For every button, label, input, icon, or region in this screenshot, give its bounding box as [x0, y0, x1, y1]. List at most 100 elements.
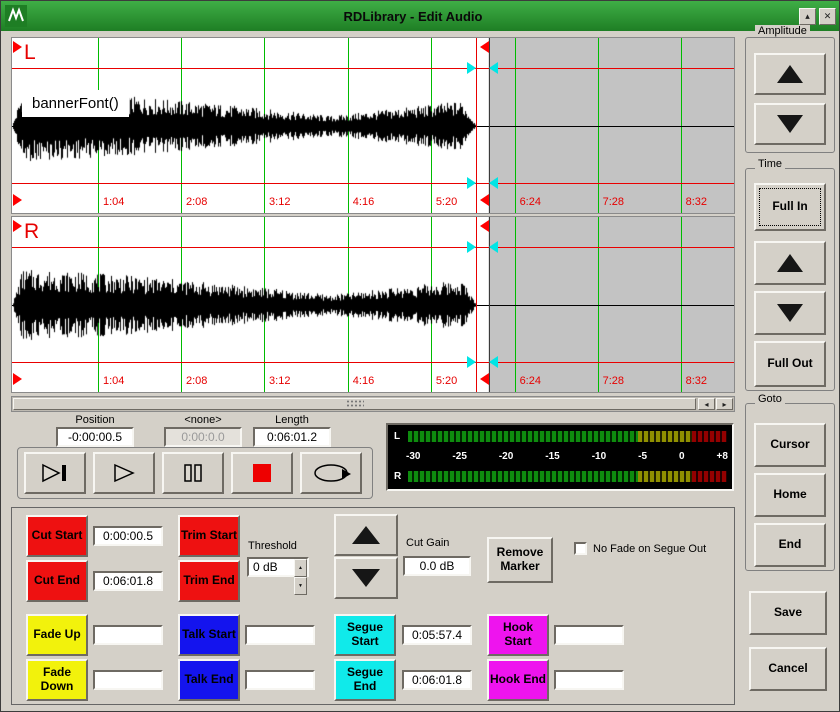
cut-end-marker[interactable]	[480, 41, 489, 53]
cut-start-marker[interactable]	[13, 373, 22, 385]
full-in-button[interactable]: Full In	[754, 183, 826, 231]
waveform-channel-left[interactable]: L bannerFont() 1:04 2:08 3:12 4:16 5:20 …	[11, 37, 735, 214]
fade-down-button[interactable]: Fade Down	[26, 659, 88, 701]
talk-start-field[interactable]	[245, 625, 315, 645]
scroll-right-icon[interactable]: ▸	[716, 398, 733, 410]
cut-end-marker[interactable]	[480, 194, 489, 206]
waveform-left[interactable]	[12, 38, 734, 214]
hook-end-field[interactable]	[554, 670, 624, 690]
pause-button[interactable]	[162, 452, 224, 494]
marker-readout-field	[164, 427, 242, 447]
cut-end-marker[interactable]	[480, 220, 489, 232]
threshold-spinbox[interactable]: 0 dB ▲ ▼	[247, 557, 309, 577]
cut-start-marker[interactable]	[13, 194, 22, 206]
cut-start-button[interactable]: Cut Start	[26, 515, 88, 557]
fade-up-button[interactable]: Fade Up	[26, 614, 88, 656]
segue-start-marker[interactable]	[467, 241, 476, 253]
fade-down-field[interactable]	[93, 670, 163, 690]
segue-end-marker[interactable]	[489, 356, 498, 368]
segue-start-marker[interactable]	[467, 62, 476, 74]
trim-start-button[interactable]: Trim Start	[178, 515, 240, 557]
cut-gain-field[interactable]	[403, 556, 471, 576]
time-label: 3:12	[269, 196, 290, 208]
talk-end-button[interactable]: Talk End	[178, 659, 240, 701]
time-label: 3:12	[269, 375, 290, 387]
position-field[interactable]	[56, 427, 134, 447]
goto-group-label: Goto	[755, 393, 785, 405]
no-fade-checkbox[interactable]	[574, 542, 587, 555]
arrow-down-icon	[350, 566, 382, 590]
meter-right-label: R	[394, 471, 401, 482]
trim-end-button[interactable]: Trim End	[178, 560, 240, 602]
meter-left-bar	[408, 431, 727, 442]
titlebar[interactable]: RDLibrary - Edit Audio ▴ ✕	[1, 1, 839, 31]
stop-button[interactable]	[231, 452, 293, 494]
cut-end-field[interactable]	[93, 571, 163, 591]
play-button[interactable]	[93, 452, 155, 494]
time-label: 4:16	[353, 375, 374, 387]
cut-start-marker[interactable]	[13, 41, 22, 53]
spin-up-icon[interactable]: ▲	[294, 559, 307, 577]
cut-end-marker[interactable]	[480, 373, 489, 385]
segue-start-button[interactable]: Segue Start	[334, 614, 396, 656]
segue-end-marker[interactable]	[489, 62, 498, 74]
meter-scale-tick: -5	[638, 451, 647, 462]
time-label: 2:08	[186, 375, 207, 387]
length-field[interactable]	[253, 427, 331, 447]
scrollbar-thumb[interactable]	[13, 398, 696, 410]
time-zoom-down-button[interactable]	[754, 291, 826, 335]
meter-scale-tick: +8	[717, 451, 728, 462]
loop-icon	[310, 462, 352, 484]
time-label: 5:20	[436, 196, 457, 208]
time-label: 6:24	[520, 196, 541, 208]
scroll-left-icon[interactable]: ◂	[698, 398, 715, 410]
full-out-button[interactable]: Full Out	[754, 341, 826, 387]
segue-end-marker[interactable]	[489, 177, 498, 189]
amplitude-group-label: Amplitude	[755, 25, 810, 37]
cancel-button[interactable]: Cancel	[749, 647, 827, 691]
segue-start-field[interactable]	[402, 625, 472, 645]
goto-cursor-button[interactable]: Cursor	[754, 423, 826, 467]
amplitude-down-button[interactable]	[754, 103, 826, 145]
gain-down-button[interactable]	[334, 557, 398, 599]
shade-icon[interactable]: ▴	[799, 8, 816, 25]
cut-end-button[interactable]: Cut End	[26, 560, 88, 602]
time-label: 4:16	[353, 196, 374, 208]
amplitude-up-button[interactable]	[754, 53, 826, 95]
goto-home-button[interactable]: Home	[754, 473, 826, 517]
spin-down-icon[interactable]: ▼	[294, 577, 307, 595]
cut-start-marker[interactable]	[13, 220, 22, 232]
time-label: 8:32	[686, 196, 707, 208]
time-zoom-up-button[interactable]	[754, 241, 826, 285]
cut-gain-label: Cut Gain	[406, 537, 449, 549]
time-label: 5:20	[436, 375, 457, 387]
position-label: Position	[56, 414, 134, 426]
save-button[interactable]: Save	[749, 591, 827, 635]
waveform-channel-right[interactable]: R 1:04 2:08 3:12 4:16 5:20 6:24 7:28 8:3…	[11, 216, 735, 393]
segue-start-marker[interactable]	[467, 177, 476, 189]
meter-scale-tick: -30	[406, 451, 420, 462]
talk-end-field[interactable]	[245, 670, 315, 690]
segue-end-field[interactable]	[402, 670, 472, 690]
gain-up-button[interactable]	[334, 514, 398, 556]
remove-marker-button[interactable]: Remove Marker	[487, 537, 553, 583]
segue-end-marker[interactable]	[489, 241, 498, 253]
hook-start-field[interactable]	[554, 625, 624, 645]
loop-button[interactable]	[300, 452, 362, 494]
hook-start-button[interactable]: Hook Start	[487, 614, 549, 656]
waveform-right[interactable]	[12, 217, 734, 393]
arrow-down-icon	[775, 302, 805, 324]
segue-start-marker[interactable]	[467, 356, 476, 368]
hook-end-button[interactable]: Hook End	[487, 659, 549, 701]
play-from-start-button[interactable]	[24, 452, 86, 494]
goto-end-button[interactable]: End	[754, 523, 826, 567]
fade-up-field[interactable]	[93, 625, 163, 645]
cut-start-field[interactable]	[93, 526, 163, 546]
segue-end-button[interactable]: Segue End	[334, 659, 396, 701]
meter-right-bar	[408, 471, 727, 482]
meter-scale-tick: -25	[452, 451, 466, 462]
talk-start-button[interactable]: Talk Start	[178, 614, 240, 656]
time-group-label: Time	[755, 158, 785, 170]
close-icon[interactable]: ✕	[819, 8, 836, 25]
horizontal-scrollbar[interactable]: ◂ ▸	[11, 396, 735, 412]
